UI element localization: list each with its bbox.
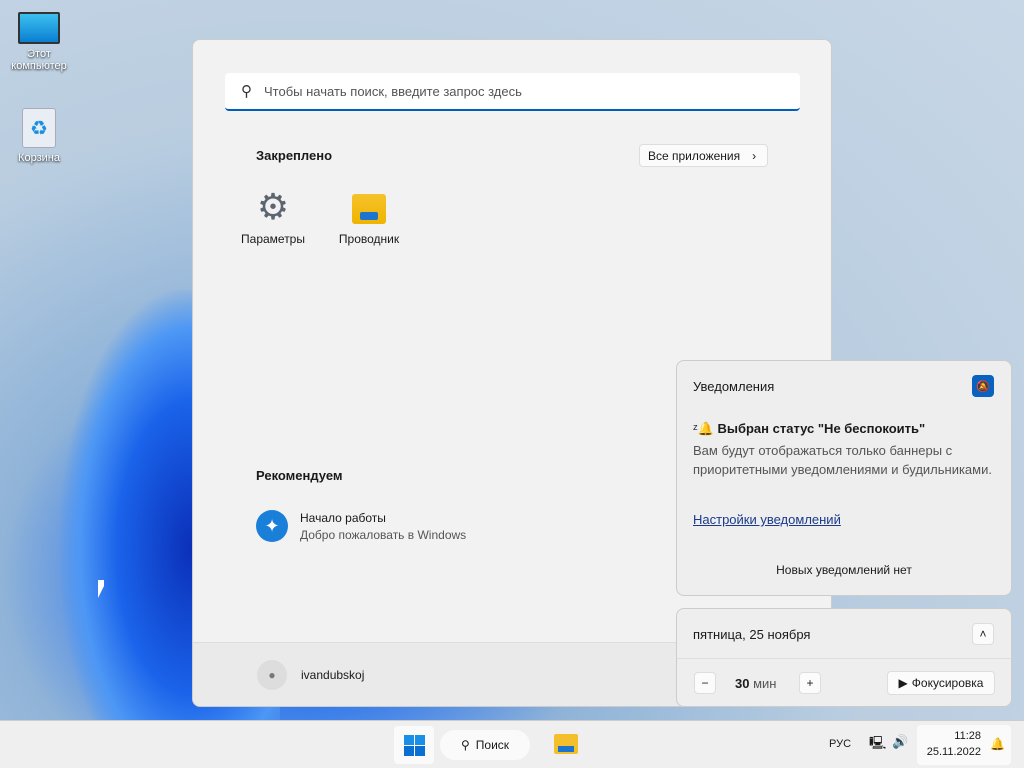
user-name[interactable]: ivandubskoj	[301, 668, 364, 682]
app-label: Проводник	[338, 232, 400, 246]
recommended-title: Начало работы	[300, 510, 386, 525]
dnd-toggle-button[interactable]: 🔕	[972, 375, 994, 397]
get-started-icon: ✦	[256, 510, 288, 542]
bell-snooze-icon: 🔕	[976, 380, 990, 393]
mouse-cursor-icon	[98, 580, 104, 598]
calendar-panel: пятница, 25 ноября ˄ − 30 мин + ▶ Фокусир…	[676, 608, 1012, 707]
desktop-icon-label: Корзина	[18, 152, 60, 164]
plus-icon: +	[806, 676, 814, 690]
notifications-title: Уведомления	[693, 379, 775, 394]
start-search-input[interactable]: ⚲ Чтобы начать поиск, введите запрос зде…	[225, 73, 800, 111]
dnd-heading: ᶻ🔔 Выбран статус "Не беспокоить"	[693, 421, 925, 437]
desktop-icon-recycle-bin[interactable]: ♻ Корзина	[4, 108, 74, 164]
chevron-right-icon: ›	[752, 148, 757, 163]
bell-snooze-icon: 🔔	[990, 737, 1005, 751]
focus-duration: 30 мин	[735, 676, 776, 691]
search-icon: ⚲	[460, 738, 470, 752]
volume-icon[interactable]: 🔊	[892, 734, 908, 750]
windows-logo-icon	[403, 734, 425, 756]
focus-start-button[interactable]: ▶ Фокусировка	[887, 671, 995, 695]
pinned-heading: Закреплено	[256, 148, 333, 163]
focus-decrease-button[interactable]: −	[694, 672, 716, 694]
recycle-bin-icon: ♻	[22, 108, 56, 148]
all-apps-label: Все приложения	[648, 148, 741, 163]
gear-icon: ⚙	[256, 186, 290, 227]
search-placeholder: Чтобы начать поиск, введите запрос здесь	[264, 83, 522, 99]
all-apps-button[interactable]: Все приложения ›	[639, 144, 768, 167]
user-avatar-icon[interactable]: ●	[257, 659, 287, 690]
focus-button-label: Фокусировка	[911, 676, 984, 690]
notification-settings-link[interactable]: Настройки уведомлений	[693, 512, 841, 527]
app-label: Параметры	[241, 232, 305, 246]
taskbar-search-label: Поиск	[475, 738, 510, 752]
pinned-app-settings[interactable]: ⚙ Параметры	[233, 186, 313, 247]
taskbar-search-button[interactable]: ⚲ Поиск	[440, 730, 530, 760]
focus-increase-button[interactable]: +	[799, 672, 821, 694]
taskbar: ⚲ Поиск РУС 🖳 🔊 11:28 25.11.2022 🔔	[0, 720, 1024, 768]
clock-date: 25.11.2022	[926, 746, 981, 758]
desktop-icon-this-pc[interactable]: Этот компьютер	[4, 12, 74, 72]
minus-icon: −	[701, 676, 709, 690]
expand-calendar-button[interactable]: ˄	[972, 623, 994, 645]
bell-snooze-icon: ᶻ🔔	[693, 421, 718, 436]
language-indicator[interactable]: РУС	[829, 738, 851, 750]
clock-time: 11:28	[954, 730, 981, 742]
recommended-heading: Рекомендуем	[256, 468, 343, 483]
monitor-icon	[18, 12, 60, 44]
desktop-icon-label: Этот компьютер	[11, 48, 67, 72]
recommended-subtitle: Добро пожаловать в Windows	[300, 527, 467, 542]
notification-center: Уведомления 🔕 ᶻ🔔 Выбран статус "Не беспо…	[676, 360, 1012, 596]
dnd-text: Вам будут отображаться только баннеры с …	[693, 443, 992, 477]
folder-icon	[352, 194, 386, 224]
clock-button[interactable]: 11:28 25.11.2022 🔔	[917, 725, 1011, 765]
focus-value: 30	[735, 676, 750, 691]
start-button[interactable]	[394, 726, 434, 764]
chevron-up-icon: ˄	[979, 627, 987, 641]
pinned-app-explorer[interactable]: Проводник	[329, 190, 409, 246]
search-icon: ⚲	[241, 83, 252, 100]
no-notifications-text: Новых уведомлений нет	[776, 563, 912, 577]
dnd-title: Выбран статус "Не беспокоить"	[717, 421, 926, 436]
recommended-item-get-started[interactable]: ✦ Начало работы Добро пожаловать в Windo…	[256, 510, 466, 542]
file-explorer-taskbar-icon[interactable]	[554, 734, 578, 754]
focus-unit: мин	[753, 676, 777, 691]
calendar-date: пятница, 25 ноября	[693, 627, 811, 642]
network-icon[interactable]: 🖳	[869, 734, 886, 756]
play-icon: ▶	[898, 676, 908, 690]
